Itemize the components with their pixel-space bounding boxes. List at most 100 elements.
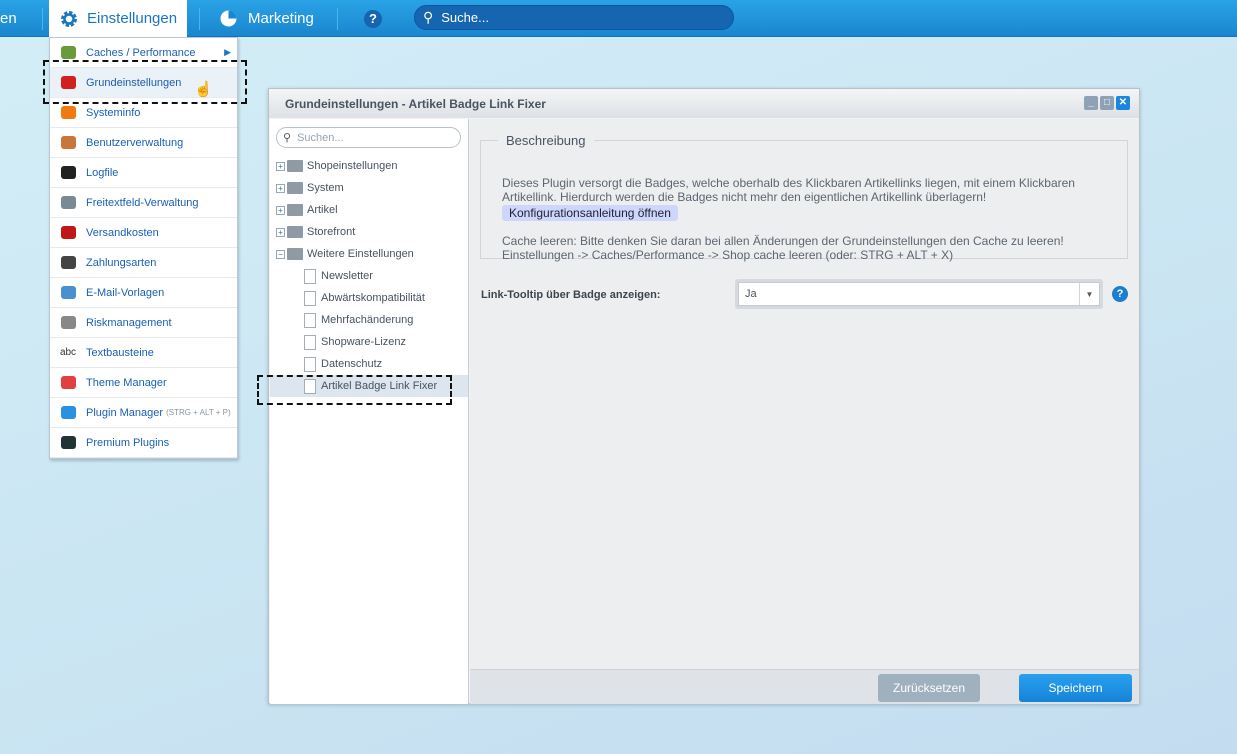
help-button[interactable]: ?	[364, 0, 382, 37]
help-icon[interactable]: ?	[1112, 286, 1128, 302]
tree-folder[interactable]: + Shopeinstellungen	[270, 155, 468, 177]
abc-icon: abc	[59, 347, 77, 358]
menu-item-label: Systeminfo	[86, 106, 141, 119]
help-icon: ?	[364, 9, 382, 28]
tree-label: Abwärtskompatibilität	[321, 292, 425, 304]
description-text: Dieses Plugin versorgt die Badges, welch…	[502, 176, 1075, 204]
credit-card-icon	[59, 255, 77, 271]
tree-folder[interactable]: + Storefront	[270, 221, 468, 243]
tree-leaf[interactable]: Mehrfachänderung	[270, 309, 468, 331]
document-icon	[304, 312, 316, 328]
nav-item-marketing[interactable]: Marketing	[220, 0, 314, 37]
reset-button[interactable]: Zurücksetzen	[878, 674, 980, 702]
search-icon: ⚲	[423, 9, 434, 25]
menu-item-label: Caches / Performance	[86, 46, 196, 59]
menu-item[interactable]: Versandkosten	[50, 218, 237, 248]
menu-item-label: E-Mail-Vorlagen	[86, 286, 165, 299]
field-label: Link-Tooltip über Badge anzeigen:	[481, 289, 661, 301]
tree-label: Shopeinstellungen	[307, 160, 398, 172]
filter-icon	[59, 315, 77, 331]
folder-icon	[287, 204, 303, 216]
divider	[199, 8, 200, 30]
minimize-icon[interactable]: _	[1084, 96, 1098, 110]
shopware-icon	[59, 435, 77, 451]
gear-icon	[61, 10, 77, 27]
menu-item-label: Textbausteine	[86, 346, 154, 359]
menu-item[interactable]: Riskmanagement	[50, 308, 237, 338]
maximize-icon[interactable]: □	[1100, 96, 1114, 110]
nav-item-partial[interactable]: en	[0, 0, 30, 37]
menu-item[interactable]: Premium Plugins	[50, 428, 237, 458]
menu-item[interactable]: abc Textbausteine	[50, 338, 237, 368]
folder-icon	[287, 226, 303, 238]
document-icon	[304, 268, 316, 284]
tree-leaf[interactable]: Datenschutz	[270, 353, 468, 375]
tree-folder[interactable]: − Weitere Einstellungen	[270, 243, 468, 265]
menu-item-label: Plugin Manager	[86, 406, 164, 419]
menu-item[interactable]: Logfile	[50, 158, 237, 188]
document-icon	[304, 290, 316, 306]
settings-tree: ⚲ Suchen... + Shopeinstellungen + System + Art…	[270, 119, 469, 704]
close-icon[interactable]: ✕	[1116, 96, 1130, 110]
tree-search-input[interactable]: ⚲ Suchen...	[276, 127, 461, 148]
expand-icon[interactable]: +	[276, 183, 285, 193]
collapse-icon[interactable]: −	[276, 249, 285, 259]
highlight-box	[43, 60, 247, 104]
expand-icon[interactable]: +	[276, 161, 285, 171]
nav-item-einstellungen[interactable]: Einstellungen	[49, 0, 187, 37]
menu-item[interactable]: Zahlungsarten	[50, 248, 237, 278]
truck-icon	[59, 225, 77, 241]
tree-folder[interactable]: + Artikel	[270, 199, 468, 221]
select-value: Ja	[745, 288, 757, 300]
lightning-icon	[59, 105, 77, 121]
config-guide-link[interactable]: Konfigurationsanleitung öffnen	[502, 205, 678, 221]
tree-folder[interactable]: + System	[270, 177, 468, 199]
menu-item[interactable]: E-Mail-Vorlagen	[50, 278, 237, 308]
tree-label: Weitere Einstellungen	[307, 248, 414, 260]
link-tooltip-select[interactable]: Ja ▼	[735, 279, 1103, 309]
save-button[interactable]: Speichern	[1019, 674, 1132, 702]
tree-label: Datenschutz	[321, 358, 383, 370]
menu-item-label: Versandkosten	[86, 226, 159, 239]
window-titlebar[interactable]: Grundeinstellungen - Artikel Badge Link …	[269, 89, 1139, 118]
highlight-box	[257, 375, 452, 405]
field-add-icon	[59, 195, 77, 211]
tree-label: Shopware-Lizenz	[321, 336, 406, 348]
cache-hint: Cache leeren: Bitte denken Sie daran bei…	[502, 234, 1064, 248]
menu-item-label: Freitextfeld-Verwaltung	[86, 196, 199, 209]
menu-item-label: Zahlungsarten	[86, 256, 157, 269]
folder-icon	[287, 248, 303, 260]
tree-leaf[interactable]: Newsletter	[270, 265, 468, 287]
cache-path: Einstellungen -> Caches/Performance -> S…	[502, 248, 954, 262]
menu-item-label: Riskmanagement	[86, 316, 172, 329]
user-icon	[59, 135, 77, 151]
document-icon	[304, 334, 316, 350]
menu-item[interactable]: Benutzerverwaltung	[50, 128, 237, 158]
settings-form: Beschreibung Dieses Plugin versorgt die …	[470, 119, 1139, 669]
search-placeholder: Suche...	[441, 10, 489, 25]
menu-item-label: Logfile	[86, 166, 119, 179]
shortcut-hint: (STRG + ALT + P)	[166, 408, 231, 417]
chevron-down-icon[interactable]: ▼	[1079, 283, 1099, 305]
menu-item[interactable]: Plugin Manager (STRG + ALT + P)	[50, 398, 237, 428]
search-icon: ⚲	[283, 132, 292, 144]
nav-label: Marketing	[248, 10, 314, 27]
expand-icon[interactable]: +	[276, 205, 285, 215]
terminal-icon	[59, 165, 77, 181]
menu-item-label: Premium Plugins	[86, 436, 170, 449]
menu-item[interactable]: Freitextfeld-Verwaltung	[50, 188, 237, 218]
tree-leaf[interactable]: Abwärtskompatibilität	[270, 287, 468, 309]
tree-label: Newsletter	[321, 270, 373, 282]
top-navigation: en Einstellungen Marketing ? ⚲ Suche...	[0, 0, 1237, 37]
menu-item[interactable]: Theme Manager	[50, 368, 237, 398]
chevron-right-icon: ▶	[224, 47, 231, 57]
expand-icon[interactable]: +	[276, 227, 285, 237]
menu-item-label: Benutzerverwaltung	[86, 136, 184, 149]
divider	[337, 8, 338, 30]
global-search-input[interactable]: ⚲ Suche...	[414, 5, 734, 30]
divider	[42, 8, 43, 30]
fieldset-legend: Beschreibung	[506, 133, 586, 148]
email-icon	[59, 285, 77, 301]
tree-leaf[interactable]: Shopware-Lizenz	[270, 331, 468, 353]
tree-label: Artikel	[307, 204, 338, 216]
